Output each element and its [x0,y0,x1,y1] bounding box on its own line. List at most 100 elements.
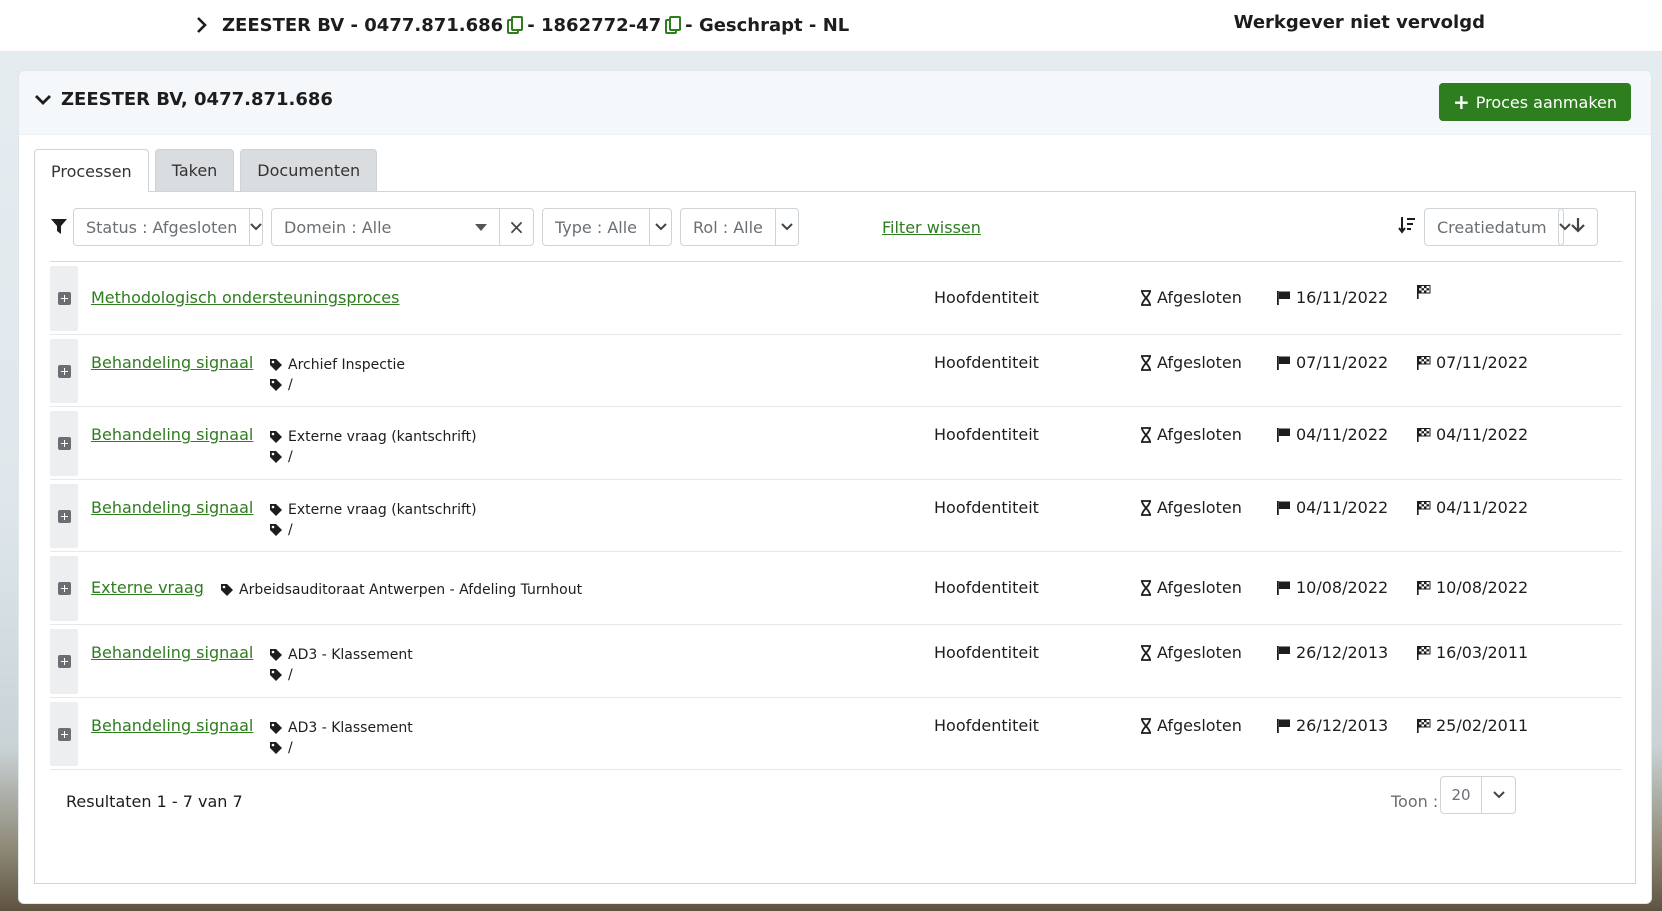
tag-icon [269,668,283,682]
checkered-flag-icon [1416,645,1431,660]
hourglass-icon [1140,579,1152,596]
flag-icon [1276,500,1291,515]
tab-documenten[interactable]: Documenten [240,149,378,191]
expand-row-button[interactable] [50,266,78,331]
page-size-select[interactable]: 20 [1440,776,1516,814]
card-header: ZEESTER BV, 0477.871.686 + Proces aanmak… [19,71,1651,135]
tag-line: / [269,375,405,395]
card-title[interactable]: ZEESTER BV, 0477.871.686 [35,89,333,110]
process-link[interactable]: Behandeling signaal [91,716,253,735]
entity-cell: Hoofdentiteit [934,578,1039,597]
domain-filter[interactable]: Domein : Alle × [271,208,534,246]
plus-square-icon [57,437,71,450]
table-row: Behandeling signaal Externe vraag (kantsc… [50,407,1622,480]
start-date-cell: 10/08/2022 [1276,578,1388,597]
start-date: 26/12/2013 [1296,643,1389,662]
expand-row-button[interactable] [50,556,78,621]
status-filter[interactable]: Status : Afgesloten [73,208,263,246]
chevron-down-icon[interactable] [1481,777,1515,813]
employer-breadcrumb[interactable]: ZEESTER BV - 0477.871.686 - 1862772-47 -… [196,12,849,38]
chevron-right-icon[interactable] [196,17,214,33]
start-date-cell: 04/11/2022 [1276,498,1388,517]
tag-line: / [269,520,477,540]
domain-filter-value: Domein : Alle [284,217,392,237]
hourglass-icon [1140,717,1152,734]
tag-label: / [288,522,293,538]
start-date: 26/12/2013 [1296,716,1389,735]
create-process-button[interactable]: + Proces aanmaken [1438,83,1631,121]
filter-icon [51,219,67,235]
end-date: 04/11/2022 [1436,425,1529,444]
start-date-cell: 16/11/2022 [1276,288,1388,307]
chevron-down-icon[interactable] [249,209,263,245]
sort-field-select[interactable]: Creatiedatum [1424,208,1571,246]
checkered-flag-icon [1416,500,1431,515]
tag-icon [269,450,283,464]
flag-icon [1276,718,1291,733]
chevron-down-icon[interactable] [774,209,798,245]
state-label: Afgesloten [1157,716,1242,735]
copy-icon[interactable] [507,16,524,34]
state-label: Afgesloten [1157,498,1242,517]
tag-icon [269,378,283,392]
role-filter[interactable]: Rol : Alle [680,208,799,246]
separator: - [808,14,817,36]
process-link[interactable]: Behandeling signaal [91,425,253,444]
process-link[interactable]: Behandeling signaal [91,498,253,517]
tag-icon [269,648,283,662]
expand-row-button[interactable] [50,411,78,476]
flag-icon [1276,645,1291,660]
sort-direction-button[interactable] [1558,208,1598,246]
start-date-cell: 07/11/2022 [1276,353,1388,372]
process-link[interactable]: Methodologisch ondersteuningsproces [91,288,399,307]
end-date: 25/02/2011 [1436,716,1529,735]
tag-icon [269,503,283,517]
separator: - [350,14,358,36]
tag-label: Externe vraag (kantschrift) [288,502,477,518]
end-date-cell: 25/02/2011 [1416,716,1528,735]
end-date: 07/11/2022 [1436,353,1529,372]
tag-label: AD3 - Klassement [288,720,413,736]
clear-icon[interactable]: × [499,209,533,245]
chevron-down-icon[interactable] [649,209,671,245]
chevron-down-icon[interactable] [35,94,51,106]
tag-icon [269,523,283,537]
tag-label: Externe vraag (kantschrift) [288,429,477,445]
entity-cell: Hoofdentiteit [934,425,1039,444]
process-link[interactable]: Behandeling signaal [91,353,253,372]
process-link[interactable]: Externe vraag [91,578,204,597]
tab-bar: Processen Taken Documenten [34,149,378,192]
checkered-flag-icon [1416,427,1431,442]
end-date-cell: 16/03/2011 [1416,643,1528,662]
results-count: Resultaten 1 - 7 van 7 [66,792,243,811]
expand-row-button[interactable] [50,339,78,403]
process-link[interactable]: Behandeling signaal [91,643,253,662]
tag-label: Archief Inspectie [288,357,405,373]
create-process-label: Proces aanmaken [1475,92,1617,112]
state-cell: Afgesloten [1140,578,1242,597]
start-date: 16/11/2022 [1296,288,1389,307]
tab-processen[interactable]: Processen [34,149,149,192]
expand-row-button[interactable] [50,629,78,694]
expand-row-button[interactable] [50,484,78,548]
tag-line: Externe vraag (kantschrift) [269,500,477,520]
process-tags: Externe vraag (kantschrift) / [269,427,477,467]
tag-label: Arbeidsauditoraat Antwerpen - Afdeling T… [239,582,583,598]
flag-icon [1276,290,1291,305]
plus-square-icon [57,727,71,741]
tag-label: / [288,667,293,683]
state-label: Afgesloten [1157,643,1242,662]
copy-icon[interactable] [665,16,682,34]
start-date-cell: 26/12/2013 [1276,716,1388,735]
state-cell: Afgesloten [1140,643,1242,662]
expand-row-button[interactable] [50,702,78,766]
caret-down-icon[interactable] [475,223,487,231]
clear-filters-link[interactable]: Filter wissen [882,218,981,237]
end-date: 04/11/2022 [1436,498,1529,517]
type-filter[interactable]: Type : Alle [542,208,672,246]
separator: - [685,14,693,36]
hourglass-icon [1140,499,1152,516]
table-row: Externe vraag Arbeidsauditoraat Antwerpen… [50,552,1622,625]
state-cell: Afgesloten [1140,498,1242,517]
tab-taken[interactable]: Taken [154,149,235,191]
